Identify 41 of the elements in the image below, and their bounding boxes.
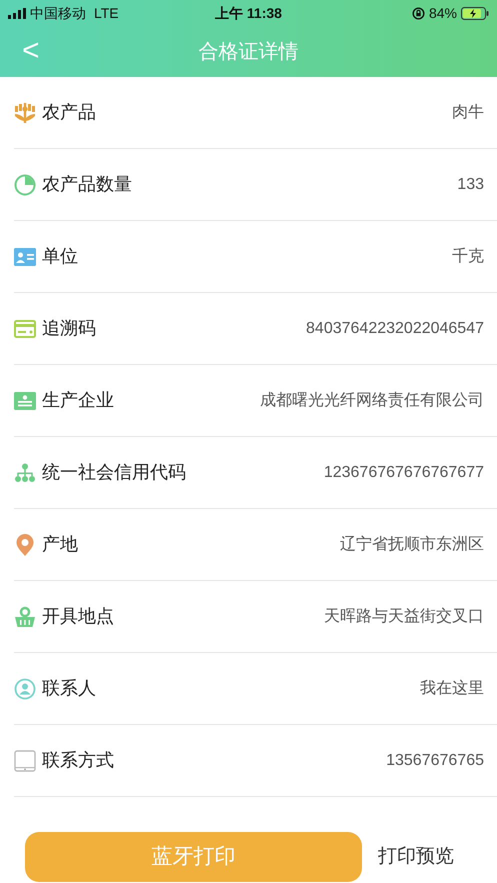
id-card-icon: [14, 248, 36, 266]
orientation-lock-icon: [412, 6, 425, 20]
field-label: 联系人: [42, 677, 96, 700]
field-label: 生产企业: [42, 389, 114, 412]
field-value: 肉牛: [452, 102, 484, 122]
network-type: LTE: [94, 4, 119, 22]
field-label: 单位: [42, 245, 78, 268]
field-value: 成都曙光光纤网络责任有限公司: [260, 390, 484, 410]
location-pin-icon: [15, 532, 35, 556]
field-value: 133: [457, 174, 484, 194]
card-icon: [14, 320, 36, 338]
field-label: 产地: [42, 533, 78, 556]
page-title: 合格证详情: [198, 40, 298, 64]
pie-chart-icon: [14, 174, 36, 196]
field-label: 联系方式: [42, 749, 114, 772]
carrier-name: 中国移动: [30, 4, 86, 22]
field-value: 84037642232022046547: [306, 318, 484, 338]
hierarchy-icon: [14, 462, 36, 482]
print-preview-button[interactable]: 打印预览: [378, 842, 454, 872]
battery-percent: 84%: [428, 4, 457, 22]
id-badge-icon: [14, 392, 36, 410]
wheat-icon: [14, 102, 36, 124]
tablet-icon: [14, 750, 36, 772]
basket-icon: [14, 606, 36, 628]
field-label: 农产品数量: [42, 173, 132, 196]
field-value: 千克: [452, 246, 484, 266]
field-label: 农产品: [42, 101, 96, 124]
field-label: 统一社会信用代码: [42, 461, 186, 484]
field-label: 开具地点: [42, 605, 114, 628]
field-value: 123676767676767677: [324, 462, 484, 482]
user-circle-icon: [14, 678, 36, 700]
bluetooth-print-button[interactable]: 蓝牙打印: [25, 832, 362, 882]
battery-charging-icon: [461, 6, 489, 20]
field-value: 13567676765: [386, 750, 484, 770]
field-value: 辽宁省抚顺市东洲区: [340, 534, 484, 554]
field-value: 天晖路与天益街交叉口: [324, 606, 484, 626]
field-value: 我在这里: [420, 678, 484, 698]
signal-icon: [8, 8, 26, 18]
back-button[interactable]: <: [22, 34, 40, 68]
field-label: 追溯码: [42, 317, 96, 340]
clock-time: 上午 11:38: [214, 4, 283, 22]
